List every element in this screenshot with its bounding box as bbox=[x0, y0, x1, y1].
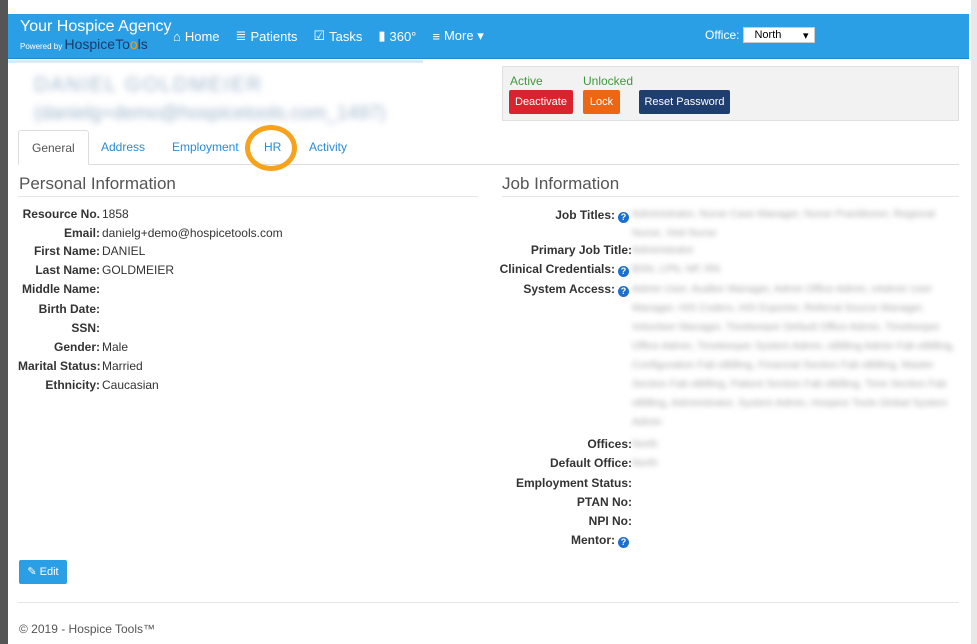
brand[interactable]: Your Hospice Agency Powered by HospiceTo… bbox=[20, 17, 172, 54]
question-circle-icon[interactable]: ? bbox=[618, 537, 629, 548]
clinical-credentials-label: Clinical Credentials:? bbox=[500, 262, 629, 277]
list-icon: ≣ bbox=[235, 28, 247, 43]
default-office-value: North bbox=[632, 457, 658, 469]
profile-email: (danielg+demo@hospicetools.com_1497) bbox=[34, 103, 386, 124]
question-circle-icon[interactable]: ? bbox=[618, 286, 629, 297]
logo-text-oo: o bbox=[129, 36, 138, 52]
info-label: Birth Date: bbox=[38, 302, 100, 316]
bar-chart-icon: ▮ bbox=[378, 28, 386, 43]
question-circle-icon[interactable]: ? bbox=[618, 266, 629, 277]
status-unlocked: Unlocked bbox=[583, 74, 634, 88]
highlight-circle-annotation bbox=[245, 125, 297, 171]
logo-text-b: ls bbox=[137, 36, 148, 52]
profile-tabs: General Address Employment HR Activity bbox=[18, 130, 959, 165]
info-value: GOLDMEIER bbox=[102, 263, 175, 277]
reset-password-button[interactable]: Reset Password bbox=[639, 90, 730, 114]
top-navbar: Your Hospice Agency Powered by HospiceTo… bbox=[8, 14, 969, 59]
tab-employment[interactable]: Employment bbox=[172, 130, 239, 164]
info-label: Email: bbox=[63, 226, 100, 240]
footer-divider bbox=[18, 602, 959, 603]
brand-powered-by: Powered by bbox=[20, 42, 63, 51]
profile-name: DANIEL GOLDMEIER bbox=[34, 74, 264, 96]
info-label: Last Name: bbox=[35, 263, 100, 277]
info-value: Male bbox=[102, 340, 129, 354]
nav-item-360[interactable]: ▮ 360° bbox=[378, 28, 416, 44]
header-divider bbox=[8, 60, 423, 63]
home-icon: ⌂ bbox=[173, 28, 181, 44]
info-value: danielg+demo@hospicetools.com bbox=[102, 226, 283, 240]
npi-no-label: NPI No: bbox=[588, 514, 632, 528]
mentor-label-text: Mentor: bbox=[571, 533, 615, 547]
lock-button[interactable]: Lock bbox=[583, 90, 620, 114]
info-value: Caucasian bbox=[102, 378, 159, 392]
brand-logo: Powered by HospiceTools bbox=[20, 37, 172, 54]
ptan-no-label: PTAN No: bbox=[576, 495, 632, 509]
primary-job-title-label: Primary Job Title: bbox=[530, 243, 632, 257]
system-access-label: System Access:? bbox=[523, 282, 629, 297]
tab-general[interactable]: General bbox=[18, 130, 89, 165]
system-access-value: Admin User, Auditor Manager, Admin Offic… bbox=[632, 283, 955, 428]
nav-item-label: Home bbox=[184, 28, 220, 44]
office-selector: Office: North ▾ bbox=[705, 27, 816, 43]
brand-title: Your Hospice Agency bbox=[20, 18, 172, 35]
window-frame-right bbox=[971, 0, 977, 644]
nav-item-home[interactable]: ⌂ Home bbox=[173, 29, 220, 44]
footer-copyright: © 2019 - Hospice Tools™ bbox=[19, 622, 156, 636]
personal-information-title: Personal Information bbox=[19, 174, 176, 193]
profile-name-block: DANIEL GOLDMEIER (danielg+demo@hospiceto… bbox=[34, 74, 385, 125]
nav-item-label: Tasks bbox=[329, 28, 363, 44]
nav-item-tasks[interactable]: ☑ Tasks bbox=[313, 28, 362, 44]
info-value: Married bbox=[102, 359, 143, 373]
info-label: Marital Status: bbox=[18, 359, 101, 373]
job-titles-label: Job Titles:? bbox=[555, 208, 629, 223]
nav-menu: ⌂ Home ≣ Patients ☑ Tasks ▮ 360° ≡ More ▾ bbox=[173, 14, 500, 58]
default-office-label: Default Office: bbox=[549, 456, 632, 470]
offices-value: North bbox=[632, 438, 658, 450]
office-label: Office: bbox=[705, 28, 740, 42]
logo-text-a: HospiceTo bbox=[64, 36, 130, 52]
info-label: Middle Name: bbox=[21, 282, 100, 296]
question-circle-icon[interactable]: ? bbox=[618, 212, 629, 223]
tab-activity[interactable]: Activity bbox=[309, 130, 347, 164]
nav-item-patients[interactable]: ≣ Patients bbox=[236, 28, 298, 44]
caret-down-icon: ▾ bbox=[802, 29, 809, 42]
status-active: Active bbox=[510, 74, 543, 88]
info-label: Resource No. bbox=[22, 207, 100, 221]
employment-status-label: Employment Status: bbox=[515, 476, 632, 490]
nav-item-label: Patients bbox=[250, 28, 298, 44]
office-select-value: North bbox=[754, 29, 782, 41]
info-label: SSN: bbox=[71, 321, 100, 335]
mentor-label: Mentor:? bbox=[571, 533, 629, 548]
clinical-credentials-label-text: Clinical Credentials: bbox=[499, 262, 615, 276]
edit-button-label: Edit bbox=[39, 566, 59, 578]
info-value: DANIEL bbox=[102, 244, 146, 258]
info-label: Gender: bbox=[53, 340, 100, 354]
account-status-panel: Active Unlocked Deactivate Lock Reset Pa… bbox=[502, 66, 959, 121]
nav-item-label: More ▾ bbox=[443, 28, 484, 43]
primary-job-title-value: Administrator bbox=[632, 244, 694, 256]
job-information-title: Job Information bbox=[502, 174, 620, 193]
info-label: First Name: bbox=[33, 244, 100, 258]
menu-icon: ≡ bbox=[432, 28, 440, 44]
system-access-label-text: System Access: bbox=[523, 282, 615, 296]
job-titles-value: Administrator, Nurse Case Manager, Nurse… bbox=[632, 208, 935, 239]
offices-label: Offices: bbox=[587, 437, 632, 451]
office-select[interactable]: North ▾ bbox=[743, 27, 816, 43]
check-square-icon: ☑ bbox=[313, 28, 326, 43]
nav-item-more[interactable]: ≡ More ▾ bbox=[432, 28, 483, 44]
clinical-credentials-value: BSN, LPN, NP, RN bbox=[632, 263, 720, 275]
window-frame-left bbox=[0, 0, 8, 644]
info-label: Ethnicity: bbox=[45, 378, 100, 392]
job-titles-label-text: Job Titles: bbox=[555, 208, 615, 222]
deactivate-button[interactable]: Deactivate bbox=[509, 90, 573, 114]
tab-address[interactable]: Address bbox=[101, 130, 145, 164]
nav-item-label: 360° bbox=[389, 28, 417, 44]
personal-information-divider bbox=[18, 196, 478, 197]
job-information-divider bbox=[502, 196, 959, 197]
edit-button[interactable]: ✎ Edit bbox=[19, 560, 67, 584]
info-value: 1858 bbox=[102, 207, 129, 221]
edit-icon: ✎ bbox=[27, 566, 37, 578]
